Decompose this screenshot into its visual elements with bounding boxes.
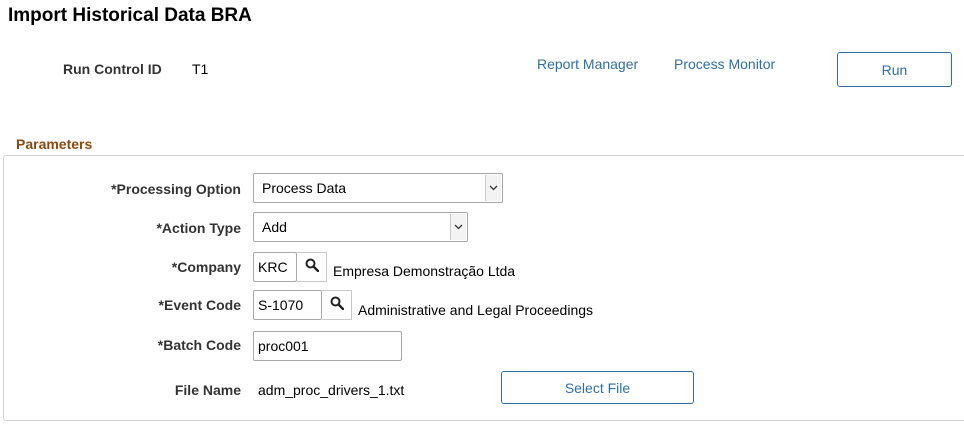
action-type-label: *Action Type (156, 220, 241, 236)
run-control-id-label: Run Control ID (63, 61, 162, 77)
event-code-input[interactable]: S-1070 (253, 290, 322, 320)
select-file-button[interactable]: Select File (501, 371, 694, 404)
processing-option-select[interactable]: Process Data (253, 173, 503, 203)
processing-option-value: Process Data (262, 180, 347, 196)
chevron-down-icon (485, 175, 501, 201)
run-button[interactable]: Run (837, 52, 952, 87)
run-control-id-value: T1 (192, 61, 209, 77)
event-code-description: Administrative and Legal Proceedings (358, 302, 594, 318)
batch-code-label: *Batch Code (157, 337, 241, 353)
event-code-label: *Event Code (158, 297, 241, 313)
file-name-label: File Name (174, 382, 241, 398)
company-lookup-button[interactable] (297, 252, 327, 282)
company-description: Empresa Demonstração Ltda (333, 263, 516, 279)
company-label: *Company (171, 259, 241, 275)
search-icon (330, 296, 344, 315)
search-icon (305, 258, 319, 277)
parameters-section-title: Parameters (16, 136, 93, 152)
process-monitor-link[interactable]: Process Monitor (674, 56, 775, 72)
action-type-select[interactable]: Add (253, 212, 468, 242)
processing-option-label: *Processing Option (111, 181, 241, 197)
batch-code-input[interactable]: proc001 (253, 331, 402, 361)
chevron-down-icon (450, 214, 466, 240)
action-type-value: Add (262, 219, 287, 235)
page-title: Import Historical Data BRA (8, 5, 252, 26)
report-manager-link[interactable]: Report Manager (537, 56, 638, 72)
company-input[interactable]: KRC (253, 252, 297, 282)
event-code-lookup-button[interactable] (322, 290, 352, 320)
file-name-value: adm_proc_drivers_1.txt (258, 382, 405, 398)
